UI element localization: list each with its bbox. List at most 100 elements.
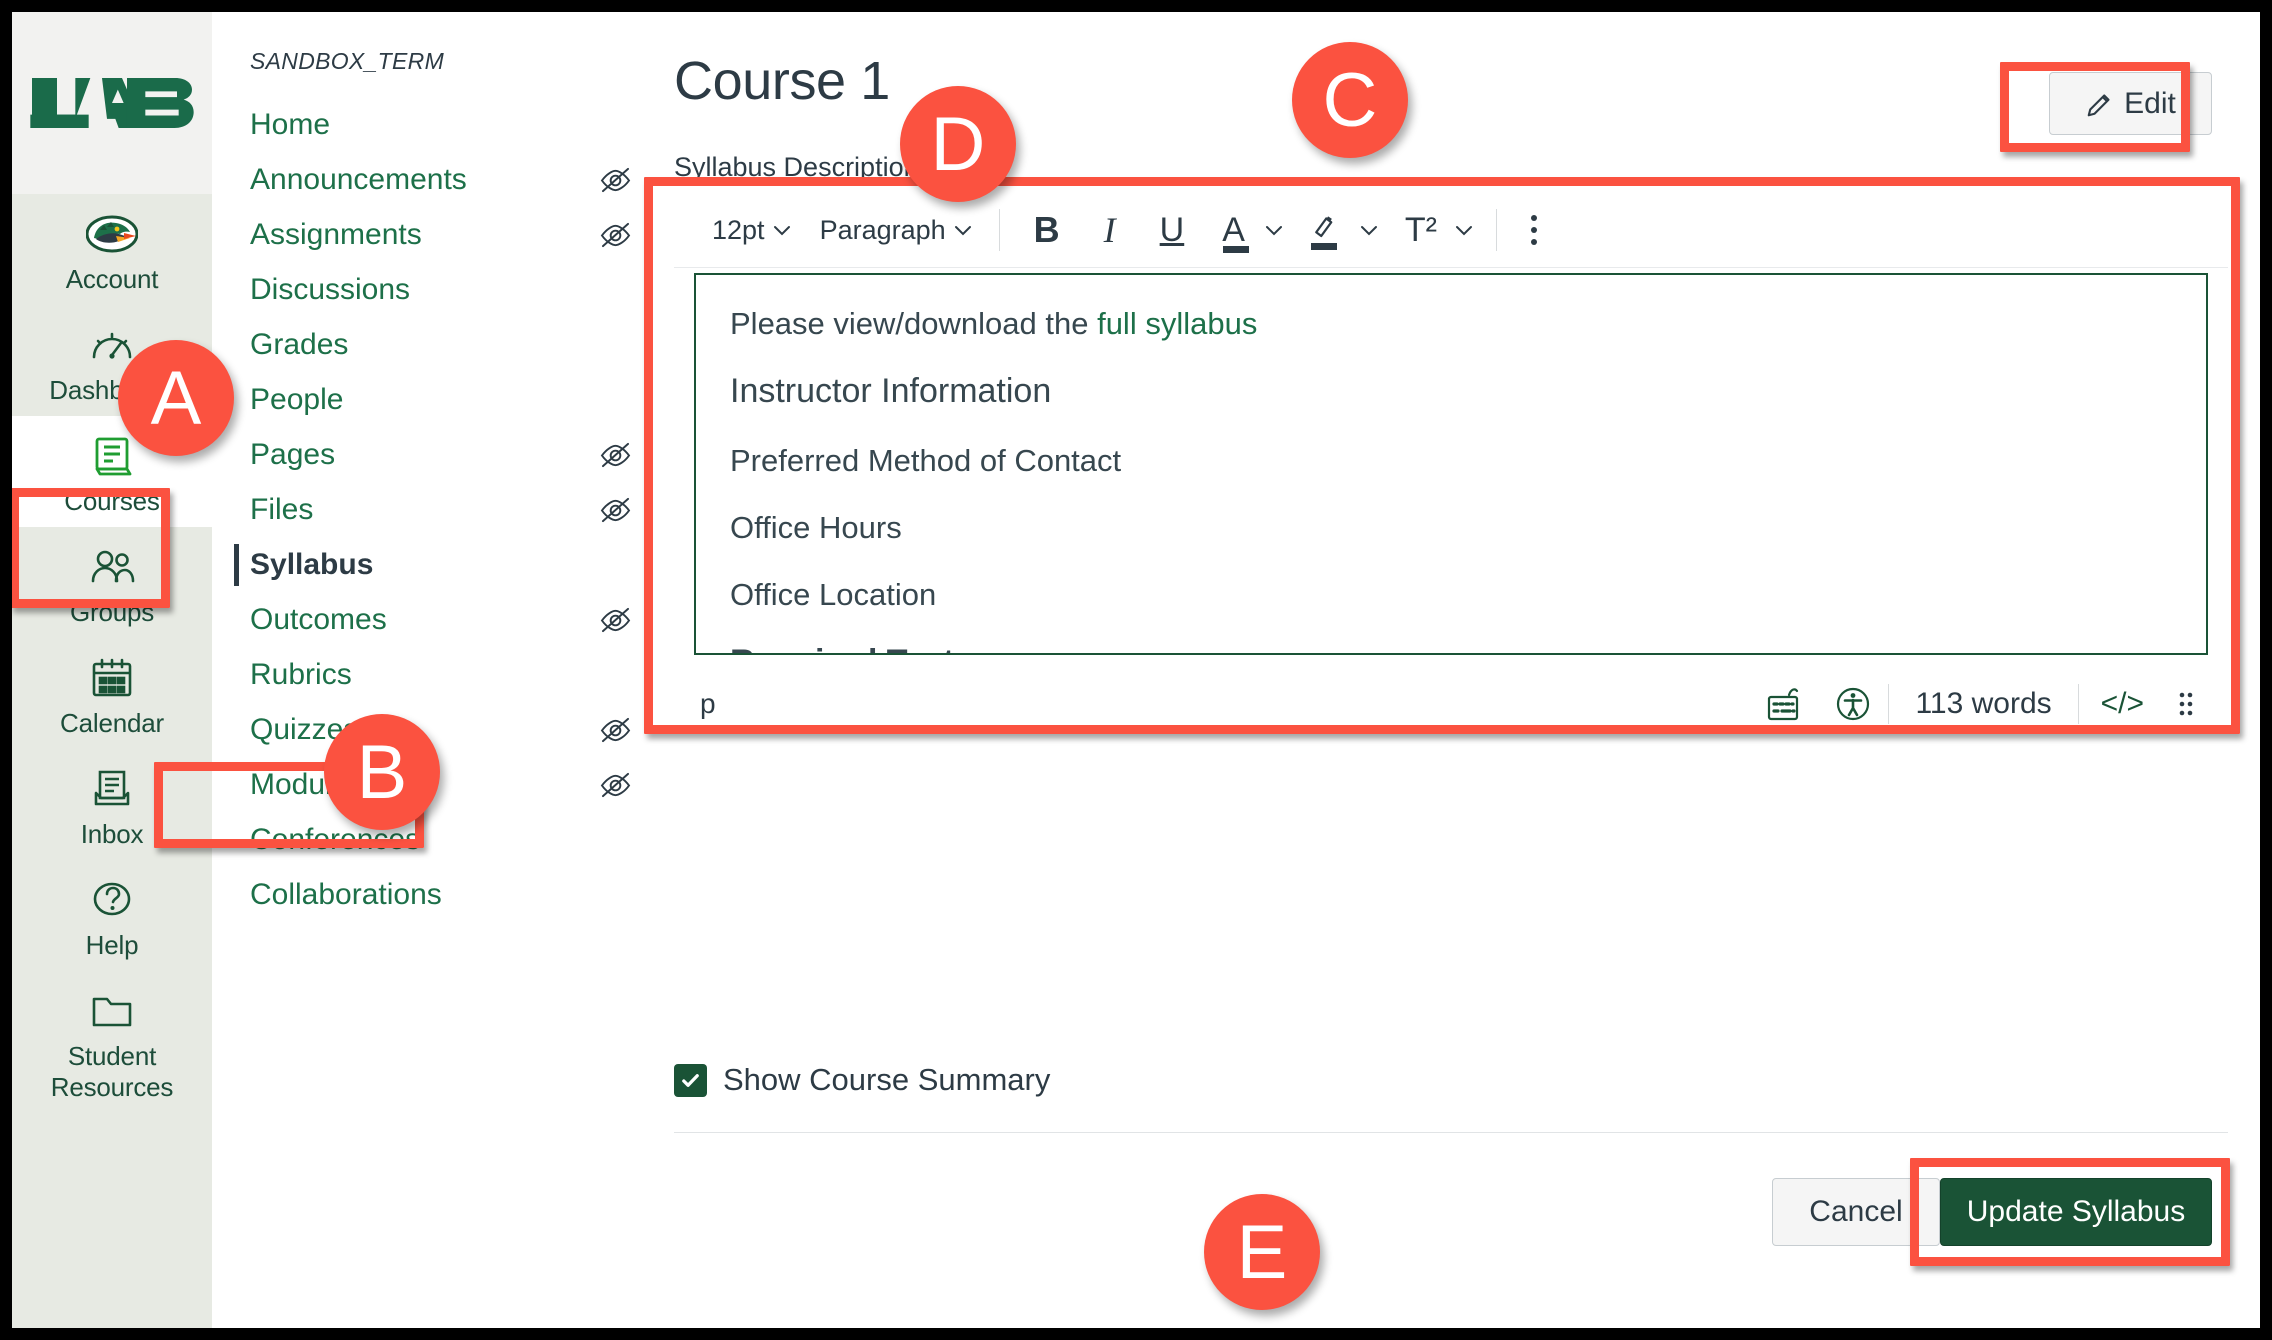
highlight-color-swatch: [1310, 243, 1337, 250]
block-format-value: Paragraph: [819, 214, 946, 245]
editor-paragraph-intro: Please view/download the full syllabus: [730, 305, 2172, 343]
course-nav-label: Announcements: [250, 162, 467, 196]
show-course-summary-label: Show Course Summary: [723, 1062, 1051, 1097]
course-nav-label: Outcomes: [250, 602, 387, 636]
course-nav-label: Collaborations: [250, 877, 442, 911]
sidebar-item-label: Inbox: [80, 819, 144, 849]
sidebar-item-label: Calendar: [60, 708, 164, 738]
editor-resize-handle[interactable]: [2166, 689, 2202, 719]
hidden-eye-slash-icon: [600, 222, 631, 248]
course-nav-label: Discussions: [250, 272, 411, 306]
html-editor-button[interactable]: </>: [2079, 687, 2166, 721]
course-nav-label: Syllabus: [250, 547, 374, 581]
course-nav-item-people[interactable]: People: [212, 372, 660, 427]
superscript-label: T²: [1404, 210, 1437, 249]
hidden-eye-slash-icon: [600, 442, 631, 468]
accessibility-checker-icon: [1837, 687, 1870, 720]
courses-book-icon: [95, 437, 132, 476]
course-nav-label: Pages: [250, 437, 336, 471]
folder-icon: [92, 997, 132, 1027]
course-nav-item-pages[interactable]: Pages: [212, 427, 660, 482]
rich-content-editor: 12pt Paragraph B I U A T² Please view/do…: [674, 193, 2228, 744]
hidden-eye-slash-icon: [600, 772, 631, 798]
block-format-dropdown[interactable]: Paragraph: [806, 204, 987, 256]
full-syllabus-link[interactable]: full syllabus: [1097, 306, 1257, 341]
hidden-eye-slash-icon: [600, 607, 631, 633]
chevron-down-icon: [954, 225, 971, 235]
update-syllabus-button[interactable]: Update Syllabus: [1940, 1178, 2212, 1246]
institution-logo[interactable]: [12, 12, 212, 194]
sidebar-item-label: Help: [85, 930, 139, 960]
resize-grip-icon: [2179, 692, 2193, 715]
course-nav-item-home[interactable]: Home: [212, 97, 660, 152]
groups-people-icon: [91, 550, 135, 583]
check-icon: [682, 1073, 699, 1087]
editor-paragraph: Office Location: [730, 577, 937, 612]
chevron-down-icon: [1456, 225, 1472, 235]
sidebar-item-inbox[interactable]: Inbox: [12, 749, 212, 860]
highlighter-icon: [1315, 216, 1333, 238]
keyboard-shortcuts-button[interactable]: [1748, 686, 1818, 722]
text-color-letter: A: [1222, 210, 1245, 249]
editor-content-area[interactable]: Please view/download the full syllabus I…: [694, 273, 2208, 655]
callout-badge-e: E: [1204, 1194, 1320, 1310]
edit-button-label: Edit: [2124, 86, 2176, 120]
chevron-down-icon: [1265, 225, 1282, 235]
kebab-menu-icon: [1531, 215, 1537, 245]
course-nav-label: Assignments: [250, 217, 422, 251]
course-nav-item-rubrics[interactable]: Rubrics: [212, 647, 660, 702]
underline-button[interactable]: U: [1138, 204, 1207, 256]
font-size-value: 12pt: [712, 214, 765, 245]
highlight-color-button[interactable]: [1294, 204, 1389, 256]
editor-paragraph: Office Hours: [730, 510, 902, 545]
text-color-swatch: [1223, 245, 1250, 253]
sidebar-item-help[interactable]: Help: [12, 860, 212, 971]
show-course-summary-checkbox[interactable]: [674, 1063, 707, 1097]
main-content-area: Course 1 Syllabus Description: Edit 12pt…: [660, 12, 2260, 1328]
sidebar-item-groups[interactable]: Groups: [12, 527, 212, 638]
course-nav-item-assignments[interactable]: Assignments: [212, 207, 660, 262]
footer-divider: [674, 1132, 2228, 1133]
word-count: 113 words: [1915, 686, 2052, 720]
sidebar-item-label: Student Resources: [50, 1041, 174, 1102]
callout-badge-b: B: [324, 714, 440, 830]
callout-badge-c: C: [1292, 42, 1408, 158]
intro-text: Please view/download the: [730, 306, 1098, 341]
element-path: p: [700, 687, 716, 719]
superscript-button[interactable]: T²: [1389, 204, 1484, 256]
course-nav-label: Home: [250, 107, 331, 141]
cancel-button[interactable]: Cancel: [1772, 1178, 1940, 1246]
edit-button[interactable]: Edit: [2049, 72, 2212, 135]
course-nav-item-conferences[interactable]: Conferences: [212, 812, 660, 867]
show-course-summary-row[interactable]: Show Course Summary: [674, 1062, 1050, 1098]
course-nav-item-syllabus[interactable]: Syllabus: [212, 537, 660, 592]
course-nav-item-files[interactable]: Files: [212, 482, 660, 537]
sidebar-item-calendar[interactable]: Calendar: [12, 638, 212, 749]
dragon-mascot-icon: [86, 215, 138, 253]
sidebar-item-student-resources[interactable]: Student Resources: [12, 971, 212, 1113]
toolbar-divider: [1496, 209, 1497, 251]
accessibility-checker-button[interactable]: [1818, 683, 1888, 725]
font-size-dropdown[interactable]: 12pt: [698, 204, 806, 256]
course-nav-item-discussions[interactable]: Discussions: [212, 262, 660, 317]
callout-badge-d: D: [900, 86, 1016, 202]
text-color-button[interactable]: A: [1206, 204, 1294, 256]
keyboard-shortcuts-icon: [1768, 687, 1799, 720]
course-nav-item-quizzes[interactable]: Quizzes: [212, 702, 660, 757]
course-nav-label: Rubrics: [250, 657, 352, 691]
italic-button[interactable]: I: [1082, 204, 1138, 256]
course-nav-item-grades[interactable]: Grades: [212, 317, 660, 372]
more-options-button[interactable]: [1509, 204, 1559, 256]
canvas-lms-syllabus-page: Account Dashboard Courses Groups Calenda…: [12, 12, 2260, 1328]
course-nav-item-announcements[interactable]: Announcements: [212, 152, 660, 207]
bold-button[interactable]: B: [1012, 204, 1082, 256]
toolbar-divider: [998, 209, 1000, 251]
help-question-icon: [93, 882, 131, 916]
course-nav-item-outcomes[interactable]: Outcomes: [212, 592, 660, 647]
inbox-tray-icon: [94, 770, 130, 806]
sidebar-item-account[interactable]: Account: [12, 194, 212, 305]
pencil-icon: [2087, 93, 2110, 116]
sidebar-item-label: Account: [65, 264, 159, 294]
chevron-down-icon: [1360, 225, 1377, 235]
course-nav-item-collaborations[interactable]: Collaborations: [212, 867, 660, 922]
